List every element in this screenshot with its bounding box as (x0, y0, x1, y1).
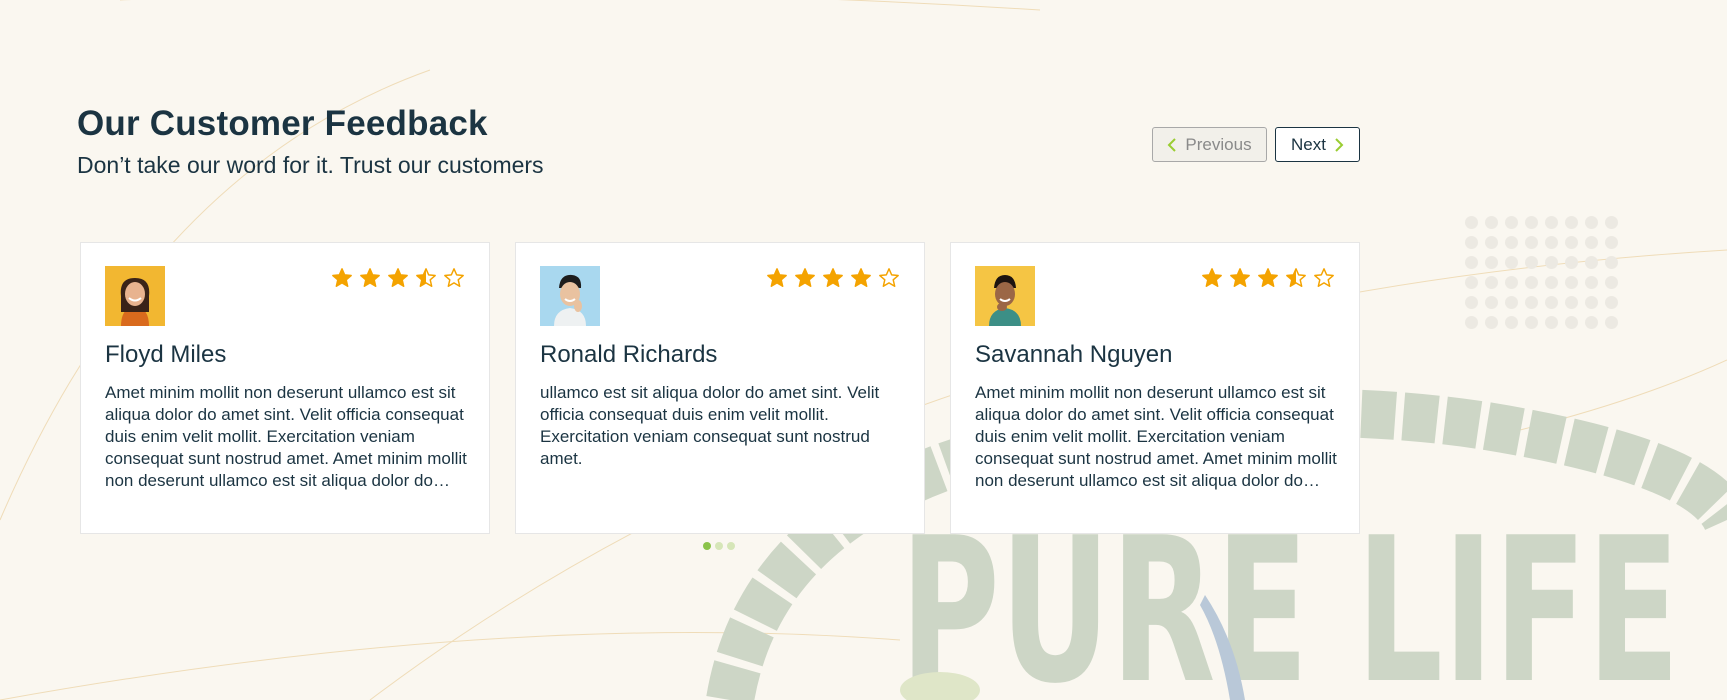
decorative-dot (1465, 276, 1478, 289)
decorative-dot (1585, 296, 1598, 309)
star-full-icon (360, 268, 380, 287)
decorative-dot (1525, 276, 1538, 289)
decorative-dot (1465, 316, 1478, 329)
customer-name: Floyd Miles (105, 341, 227, 368)
star-rating (331, 267, 465, 289)
decorative-dot (1505, 316, 1518, 329)
star-full-icon (795, 268, 815, 287)
pagination-dot[interactable] (703, 542, 711, 550)
next-button[interactable]: Next (1275, 127, 1360, 162)
decorative-dot (1485, 216, 1498, 229)
decorative-dot (1505, 216, 1518, 229)
decorative-dot (1565, 276, 1578, 289)
decorative-dot (1545, 256, 1558, 269)
star-half-icon (416, 268, 436, 287)
star-full-icon (767, 268, 787, 287)
decorative-dot (1525, 216, 1538, 229)
previous-label: Previous (1185, 134, 1252, 154)
avatar-photo (540, 266, 600, 326)
decorative-dot (1585, 236, 1598, 249)
decorative-dot (1565, 316, 1578, 329)
decorative-dot (1525, 256, 1538, 269)
decorative-dot (1585, 216, 1598, 229)
star-empty-icon (1314, 268, 1334, 287)
star-full-icon (1230, 268, 1250, 287)
decorative-dot (1605, 316, 1618, 329)
star-rating (1201, 267, 1335, 289)
testimonial-text: ullamco est sit aliqua dolor do amet sin… (540, 383, 880, 468)
section-title: Our Customer Feedback (77, 104, 488, 143)
avatar (540, 266, 600, 326)
decorative-dot (1465, 236, 1478, 249)
decorative-dot (1565, 296, 1578, 309)
decorative-dot (1465, 296, 1478, 309)
decorative-dot (1485, 296, 1498, 309)
decorative-dot (1605, 296, 1618, 309)
decorative-dot (1545, 316, 1558, 329)
chevron-left-icon (1167, 137, 1177, 152)
decorative-dot (1565, 236, 1578, 249)
decorative-dot (1585, 316, 1598, 329)
previous-button[interactable]: Previous (1152, 127, 1267, 162)
decorative-dot (1465, 256, 1478, 269)
chevron-right-icon (1334, 137, 1344, 152)
decorative-dot (1545, 276, 1558, 289)
decorative-dot (1525, 316, 1538, 329)
testimonial-card: Ronald Richards ullamco est sit aliqua d… (515, 242, 925, 534)
decorative-dot (1505, 236, 1518, 249)
decorative-dot (1485, 276, 1498, 289)
decorative-dot (1565, 256, 1578, 269)
decorative-dot (1545, 216, 1558, 229)
star-empty-icon (444, 268, 464, 287)
decorative-dot (1605, 276, 1618, 289)
star-rating (766, 267, 900, 289)
decorative-dot (1585, 256, 1598, 269)
testimonial-card: Savannah Nguyen Amet minim mollit non de… (950, 242, 1360, 534)
decorative-dot (1605, 256, 1618, 269)
avatar-photo (105, 266, 165, 326)
decorative-dot (1605, 216, 1618, 229)
testimonial-text: Amet minim mollit non deserunt ullamco e… (105, 383, 467, 490)
star-full-icon (332, 268, 352, 287)
decorative-dot (1525, 296, 1538, 309)
star-full-icon (1258, 268, 1278, 287)
pagination-dot[interactable] (715, 542, 723, 550)
next-label: Next (1291, 134, 1326, 154)
avatar-photo (975, 266, 1035, 326)
decorative-dot (1525, 236, 1538, 249)
decorative-dot (1545, 296, 1558, 309)
decorative-dot (1485, 236, 1498, 249)
testimonial-text: Amet minim mollit non deserunt ullamco e… (975, 383, 1337, 490)
decorative-dot-grid (1465, 216, 1625, 336)
star-half-icon (1286, 268, 1306, 287)
section-subtitle: Don’t take our word for it. Trust our cu… (77, 152, 544, 178)
star-full-icon (823, 268, 843, 287)
decorative-dot (1505, 276, 1518, 289)
decorative-dot (1605, 236, 1618, 249)
avatar (105, 266, 165, 326)
star-full-icon (1202, 268, 1222, 287)
customer-name: Ronald Richards (540, 341, 718, 368)
decorative-dot (1545, 236, 1558, 249)
decorative-dot (1485, 316, 1498, 329)
decorative-dot (1465, 216, 1478, 229)
decorative-dot (1505, 256, 1518, 269)
star-full-icon (851, 268, 871, 287)
avatar (975, 266, 1035, 326)
pagination-dot[interactable] (727, 542, 735, 550)
testimonial-card: Floyd Miles Amet minim mollit non deseru… (80, 242, 490, 534)
carousel-pagination (703, 542, 735, 550)
decorative-dot (1565, 216, 1578, 229)
decorative-dot (1505, 296, 1518, 309)
decorative-dot (1585, 276, 1598, 289)
customer-name: Savannah Nguyen (975, 341, 1173, 368)
star-full-icon (388, 268, 408, 287)
star-empty-icon (879, 268, 899, 287)
section-header: Our Customer Feedback Don’t take our wor… (77, 104, 544, 179)
decorative-dot (1485, 256, 1498, 269)
